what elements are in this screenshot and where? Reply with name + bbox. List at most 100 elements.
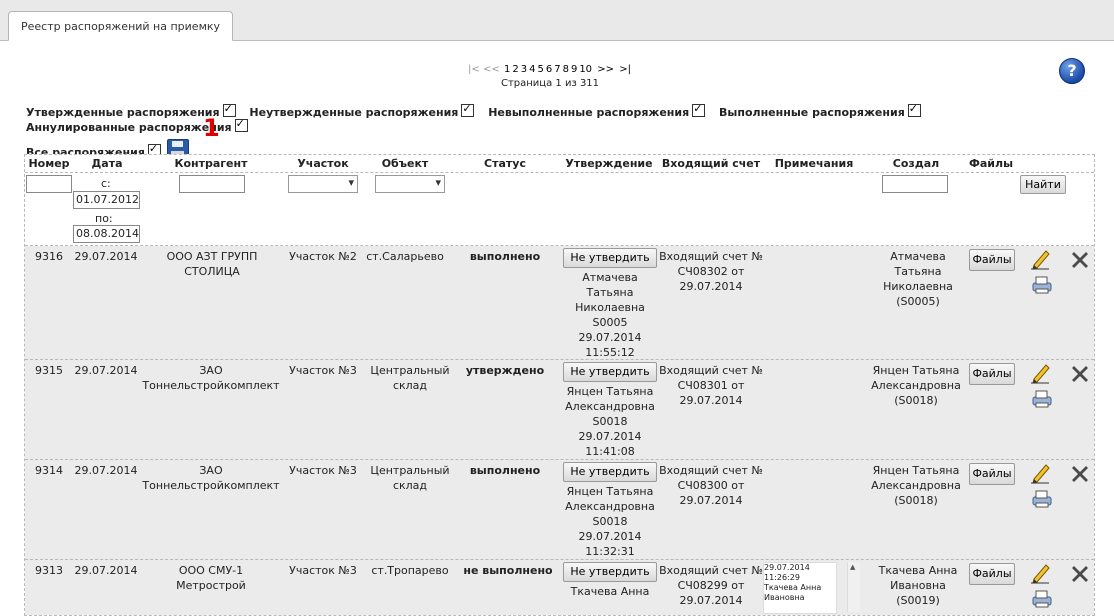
row-invoice: Входящий счет № СЧ08302 от 29.07.2014 bbox=[659, 250, 763, 293]
col-section[interactable]: Участок bbox=[283, 157, 363, 170]
col-notes[interactable]: Примечания bbox=[769, 157, 859, 170]
print-icon[interactable] bbox=[1031, 389, 1053, 409]
filter-fulfilled-label: Выполненные распоряжения bbox=[719, 106, 905, 119]
edit-icon[interactable] bbox=[1029, 462, 1051, 484]
page-link-8[interactable]: 8 bbox=[563, 64, 569, 75]
next-page-link[interactable]: >> bbox=[597, 64, 614, 75]
notes-scrollbar[interactable] bbox=[847, 562, 860, 612]
row-status: выполнено bbox=[469, 250, 541, 263]
row-status: утверждено bbox=[465, 364, 545, 377]
edit-icon[interactable] bbox=[1029, 362, 1051, 384]
row-object: ст.Саларьево bbox=[366, 250, 444, 263]
print-icon[interactable] bbox=[1031, 489, 1053, 509]
page-link-9[interactable]: 9 bbox=[571, 64, 577, 75]
row-number: 9314 bbox=[35, 464, 63, 477]
delete-icon[interactable] bbox=[1068, 248, 1092, 272]
edit-icon[interactable] bbox=[1029, 248, 1051, 270]
row-creator: Ткачева Анна Ивановна (S0019) bbox=[878, 564, 958, 607]
row-approver: Янцен Татьяна Александровна S0018 29.07.… bbox=[565, 385, 655, 458]
col-number[interactable]: Номер bbox=[27, 157, 71, 170]
row-status: не выполнено bbox=[463, 564, 553, 577]
pagination: |< << 1 2 3 4 5 6 7 8 9 10 >> >| bbox=[0, 64, 1100, 75]
filter-cancelled-checkbox[interactable] bbox=[234, 117, 248, 132]
row-section: Участок №2 bbox=[289, 250, 357, 263]
files-button[interactable]: Файлы bbox=[969, 249, 1015, 271]
object-filter-select[interactable] bbox=[375, 175, 445, 193]
page-link-3[interactable]: 3 bbox=[521, 64, 527, 75]
prev-page-link[interactable]: << bbox=[483, 64, 500, 75]
col-date[interactable]: Дата bbox=[75, 157, 139, 170]
first-page-link[interactable]: |< bbox=[468, 64, 480, 75]
row-object: ст.Тропарево bbox=[371, 564, 449, 577]
page-link-2[interactable]: 2 bbox=[512, 64, 518, 75]
edit-icon[interactable] bbox=[1029, 562, 1051, 584]
row-section: Участок №3 bbox=[289, 564, 357, 577]
date-from-input[interactable]: 01.07.2012 bbox=[73, 191, 140, 209]
row-section: Участок №3 bbox=[289, 464, 357, 477]
unapprove-button[interactable]: Не утвердить bbox=[563, 248, 657, 268]
row-invoice: Входящий счет № СЧ08301 от 29.07.2014 bbox=[659, 364, 763, 407]
find-button[interactable]: Найти bbox=[1020, 175, 1066, 194]
row-approver: Янцен Татьяна Александровна S0018 29.07.… bbox=[565, 485, 655, 558]
page-link-10[interactable]: 10 bbox=[579, 64, 592, 75]
page-link-4[interactable]: 4 bbox=[529, 64, 535, 75]
col-object[interactable]: Объект bbox=[365, 157, 445, 170]
row-contractor: ООО СМУ-1 Метрострой bbox=[176, 564, 246, 592]
tab-registry[interactable]: Реестр распоряжений на приемку bbox=[8, 11, 234, 41]
unapprove-button[interactable]: Не утвердить bbox=[563, 462, 657, 482]
files-button[interactable]: Файлы bbox=[969, 463, 1015, 485]
col-files[interactable]: Файлы bbox=[963, 157, 1019, 170]
delete-icon[interactable] bbox=[1068, 362, 1092, 386]
row-contractor: ООО АЗТ ГРУПП СТОЛИЦА bbox=[166, 250, 258, 278]
page-link-6[interactable]: 6 bbox=[546, 64, 552, 75]
filter-fulfilled-checkbox[interactable] bbox=[907, 102, 921, 117]
last-page-link[interactable]: >| bbox=[619, 64, 631, 75]
page-link-7[interactable]: 7 bbox=[554, 64, 560, 75]
unapprove-button[interactable]: Не утвердить bbox=[563, 362, 657, 382]
row-number: 9316 bbox=[35, 250, 63, 263]
section-filter-select[interactable] bbox=[288, 175, 358, 193]
contractor-filter-input[interactable] bbox=[179, 175, 245, 193]
page-link-1[interactable]: 1 bbox=[504, 64, 510, 75]
row-date: 29.07.2014 bbox=[74, 364, 138, 377]
table-row[interactable]: 9314 29.07.2014 ЗАО Тоннельстройкомплект… bbox=[25, 460, 1094, 560]
delete-icon[interactable] bbox=[1068, 462, 1092, 486]
row-invoice: Входящий счет № СЧ08299 от 29.07.2014 bbox=[659, 564, 763, 607]
filter-unapproved-checkbox[interactable] bbox=[461, 102, 475, 117]
row-invoice: Входящий счет № СЧ08300 от 29.07.2014 bbox=[659, 464, 763, 507]
files-button[interactable]: Файлы bbox=[969, 563, 1015, 585]
print-icon[interactable] bbox=[1031, 589, 1053, 609]
filter-unfulfilled-checkbox[interactable] bbox=[692, 102, 706, 117]
filter-approved-checkbox[interactable] bbox=[222, 102, 236, 117]
files-button[interactable]: Файлы bbox=[969, 363, 1015, 385]
row-approver: Атмачева Татьяна Николаевна S0005 29.07.… bbox=[575, 271, 645, 359]
row-creator: Янцен Татьяна Александровна (S0018) bbox=[871, 364, 961, 407]
annotation-marker-1: 1 bbox=[203, 114, 220, 142]
col-status[interactable]: Статус bbox=[465, 157, 545, 170]
table-row[interactable]: 9313 29.07.2014 ООО СМУ-1 Метрострой Уча… bbox=[25, 560, 1094, 615]
delete-icon[interactable] bbox=[1068, 562, 1092, 586]
col-contractor[interactable]: Контрагент bbox=[161, 157, 261, 170]
print-icon[interactable] bbox=[1031, 275, 1053, 295]
row-number: 9315 bbox=[35, 364, 63, 377]
table-row[interactable]: 9316 29.07.2014 ООО АЗТ ГРУПП СТОЛИЦА Уч… bbox=[25, 246, 1094, 360]
date-to-label: по: bbox=[95, 212, 113, 225]
row-date: 29.07.2014 bbox=[74, 250, 138, 263]
creator-filter-input[interactable] bbox=[882, 175, 948, 193]
row-creator: Атмачева Татьяна Николаевна (S0005) bbox=[883, 250, 953, 308]
number-filter-input[interactable] bbox=[26, 175, 72, 193]
unapprove-button[interactable]: Не утвердить bbox=[563, 562, 657, 582]
filter-unfulfilled-label: Невыполненные распоряжения bbox=[488, 106, 690, 119]
col-invoice[interactable]: Входящий счет bbox=[659, 157, 763, 170]
row-date: 29.07.2014 bbox=[74, 564, 138, 577]
date-to-input[interactable]: 08.08.2014 bbox=[73, 225, 140, 243]
table-row[interactable]: 9315 29.07.2014 ЗАО Тоннельстройкомплект… bbox=[25, 360, 1094, 460]
row-status: выполнено bbox=[469, 464, 541, 477]
page-link-5[interactable]: 5 bbox=[537, 64, 543, 75]
row-notes: 29.07.2014 11:26:29 Ткачева Анна Ивановн… bbox=[763, 562, 837, 614]
orders-table: Номер Дата Контрагент Участок Объект Ста… bbox=[24, 154, 1095, 616]
row-approver: Ткачева Анна bbox=[570, 585, 650, 598]
filter-unapproved-label: Неутвержденные распоряжения bbox=[249, 106, 459, 119]
col-creator[interactable]: Создал bbox=[871, 157, 961, 170]
col-approval[interactable]: Утверждение bbox=[561, 157, 657, 170]
